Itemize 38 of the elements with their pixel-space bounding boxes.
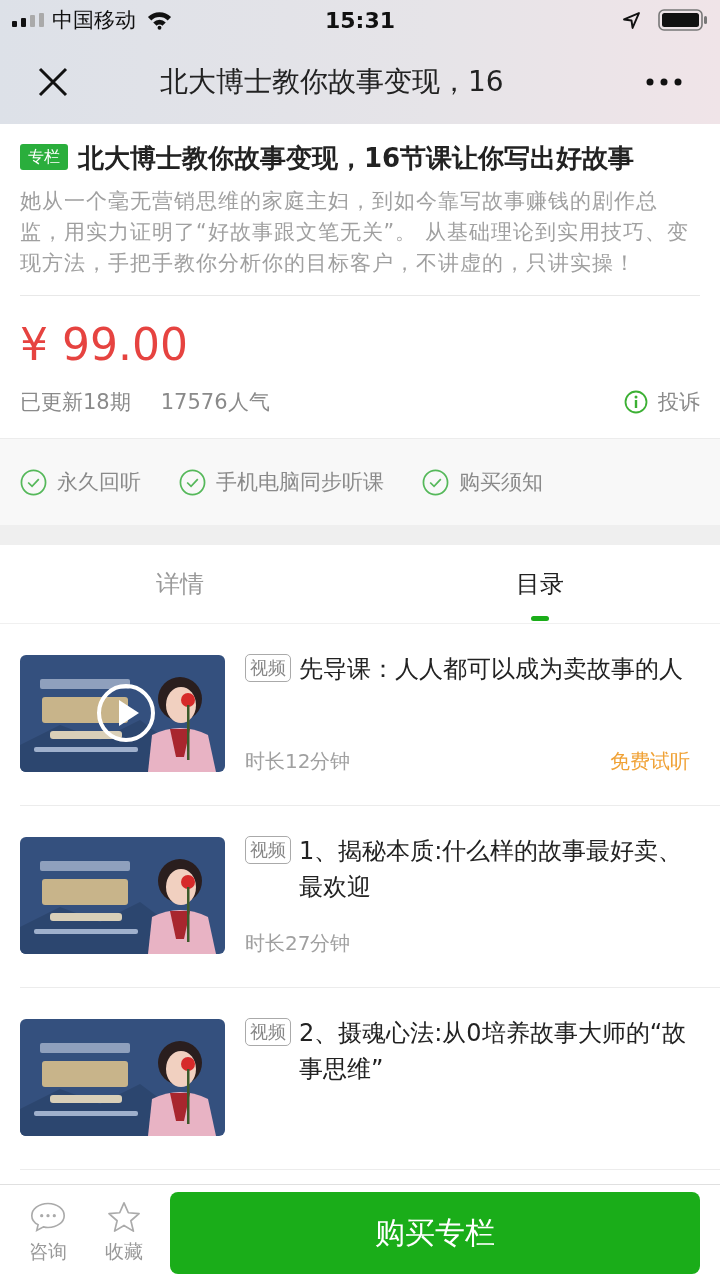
lesson-title[interactable]: 1、揭秘本质:什么样的故事最好卖、最欢迎 bbox=[299, 833, 690, 905]
carrier-name: 中国移动 bbox=[52, 7, 136, 34]
star-icon bbox=[106, 1201, 142, 1233]
chat-icon bbox=[30, 1201, 66, 1233]
close-icon[interactable] bbox=[38, 67, 68, 97]
consult-button[interactable]: 咨询 bbox=[10, 1201, 86, 1265]
favorite-button[interactable]: 收藏 bbox=[86, 1201, 162, 1265]
play-icon[interactable] bbox=[96, 683, 156, 743]
check-circle-icon bbox=[179, 468, 206, 496]
video-tag: 视频 bbox=[245, 836, 291, 864]
feature-label[interactable]: 手机电脑同步听课 bbox=[216, 468, 384, 496]
column-description: 她从一个毫无营销思维的家庭主妇，到如今靠写故事赚钱的剧作总监，用实力证明了“好故事跟文笔无关”。 从基础理论到实用技巧、变现方法，手把手教你分析你的目标客户，不讲虚的，只讲实操！ bbox=[20, 188, 690, 277]
feature-label[interactable]: 永久回听 bbox=[57, 468, 141, 496]
column-tag: 专栏 bbox=[20, 144, 68, 170]
popularity-count: 17576人气 bbox=[160, 389, 270, 416]
clock: 15:31 bbox=[325, 7, 395, 33]
signal-icon bbox=[12, 13, 46, 27]
more-icon[interactable] bbox=[646, 78, 682, 86]
feature-label[interactable]: 购买须知 bbox=[459, 468, 543, 496]
lesson-duration: 时长12分钟 bbox=[245, 748, 351, 775]
lesson-title[interactable]: 先导课：人人都可以成为卖故事的人 bbox=[299, 651, 690, 687]
battery-icon bbox=[658, 9, 708, 31]
update-count: 已更新18期 bbox=[20, 389, 131, 416]
column-title: 北大博士教你故事变现，16节课让你写出好故事 bbox=[78, 143, 635, 173]
lesson-duration: 时长27分钟 bbox=[245, 930, 351, 957]
video-tag: 视频 bbox=[245, 654, 291, 682]
buy-button[interactable]: 购买专栏 bbox=[170, 1192, 700, 1274]
info-icon[interactable] bbox=[624, 390, 648, 414]
video-tag: 视频 bbox=[245, 1018, 291, 1046]
free-trial-label[interactable]: 免费试听 bbox=[610, 748, 690, 775]
lesson-title[interactable]: 2、摄魂心法:从0培养故事大师的“故事思维” bbox=[299, 1015, 690, 1087]
price: ¥ 99.00 bbox=[20, 318, 189, 372]
check-circle-icon bbox=[20, 468, 47, 496]
page-title: 北大博士教你故事变现，16 bbox=[159, 64, 505, 100]
wifi-icon bbox=[146, 10, 173, 30]
check-circle-icon bbox=[422, 468, 449, 496]
location-icon bbox=[623, 11, 640, 29]
report-link[interactable]: 投诉 bbox=[658, 388, 700, 416]
